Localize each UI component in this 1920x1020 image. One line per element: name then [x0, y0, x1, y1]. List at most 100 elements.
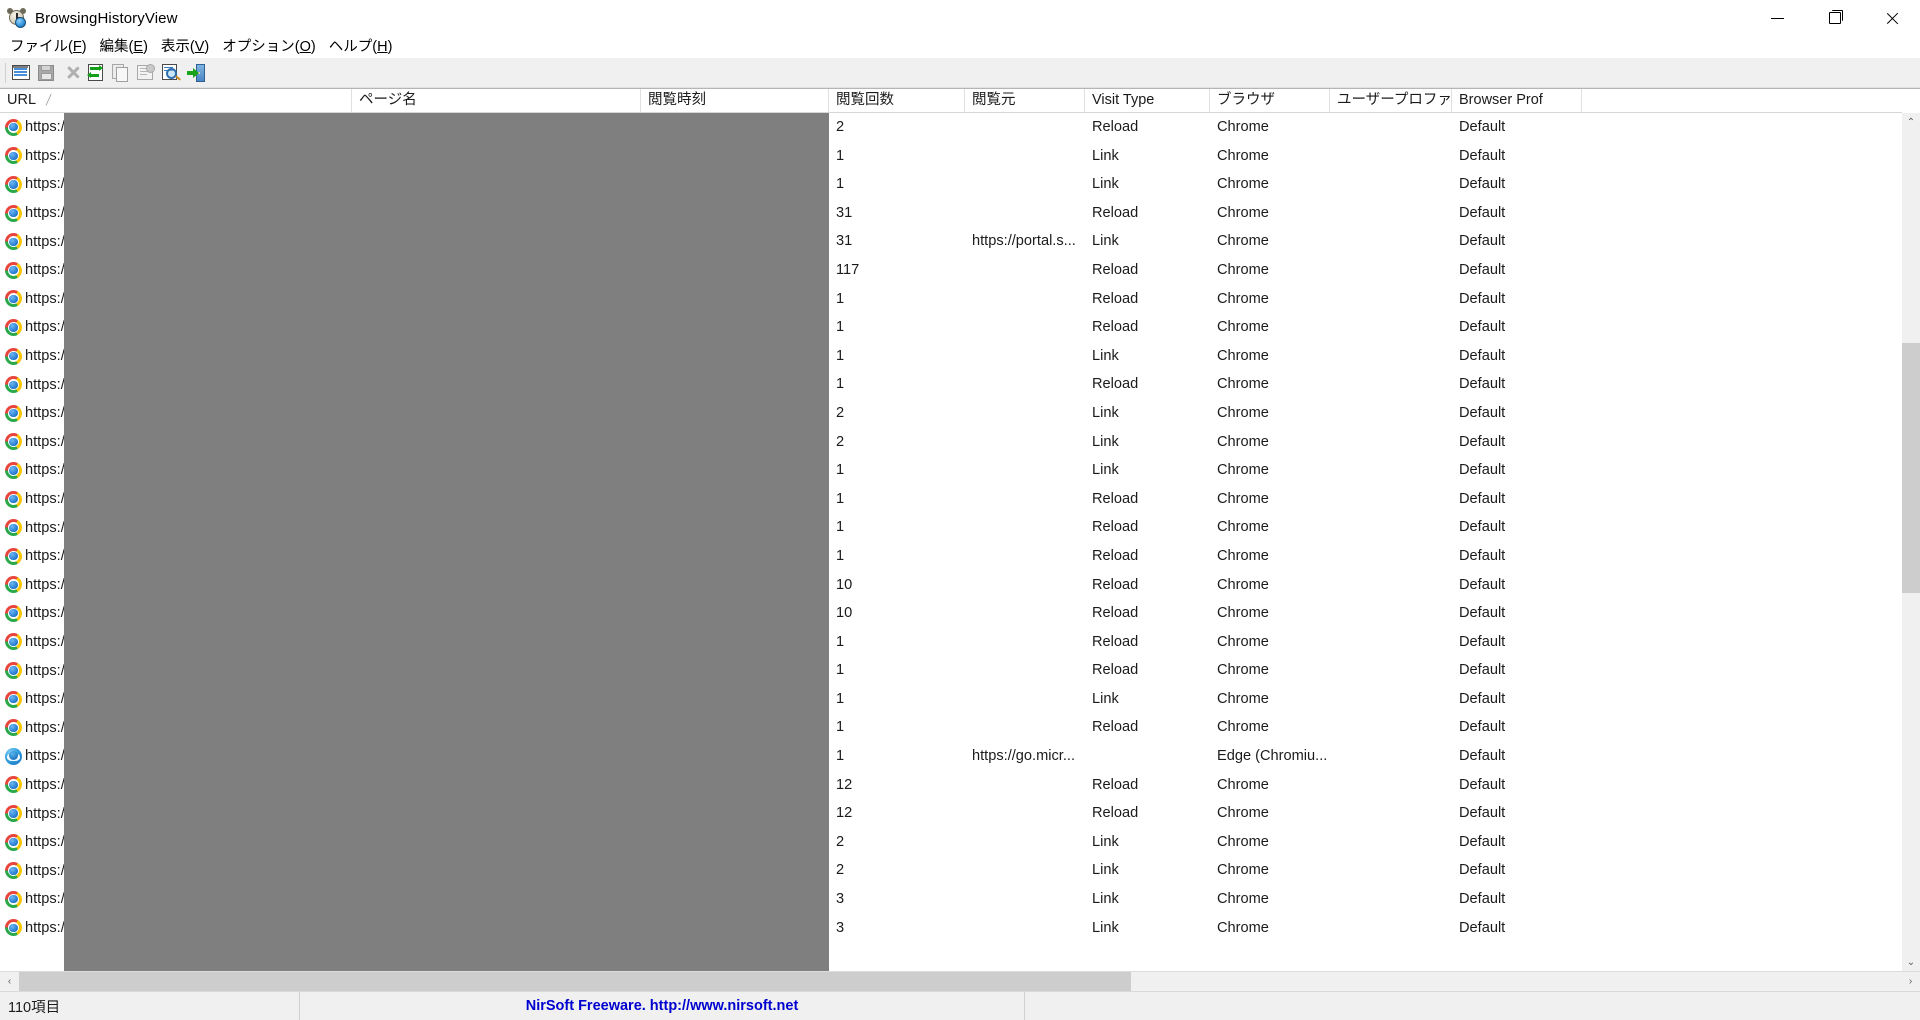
column-header-visit_type[interactable]: Visit Type — [1085, 89, 1210, 112]
cell-browser: Chrome — [1217, 891, 1269, 908]
cell-url-text: https:/ — [25, 862, 65, 879]
cell-visit_count: 2 — [836, 404, 845, 421]
cell-visit_count: 1 — [836, 347, 845, 364]
save-button[interactable] — [34, 60, 59, 85]
cell-visit_type: Reload — [1092, 776, 1139, 793]
html-report-button[interactable] — [134, 60, 159, 85]
cell-visit_type: Reload — [1092, 547, 1139, 564]
minimize-button[interactable] — [1749, 0, 1806, 36]
properties-button[interactable] — [9, 60, 34, 85]
copy-icon — [112, 63, 131, 82]
cell-user_profile — [1330, 685, 1452, 714]
cell-visit_type: Link — [1092, 404, 1119, 421]
chrome-favicon-icon — [5, 118, 22, 136]
cell-visit_count: 3 — [836, 919, 845, 936]
delete-button[interactable] — [59, 60, 84, 85]
cell-url-text: https:/ — [25, 805, 65, 822]
cell-visit_type: Reload — [1092, 805, 1139, 822]
cell-user_profile — [1330, 342, 1452, 371]
cell-browser_profile: Default — [1459, 719, 1506, 736]
cell-visit_count: 1 — [836, 662, 845, 679]
find-button[interactable] — [159, 60, 184, 85]
horizontal-scrollbar[interactable]: ‹ › — [0, 971, 1920, 991]
menu-options-accel: O — [299, 38, 311, 55]
copy-button[interactable] — [109, 60, 134, 85]
cell-browser_profile: Default — [1459, 490, 1506, 507]
menu-file-accel: F — [72, 38, 82, 55]
status-credit[interactable]: NirSoft Freeware. http://www.nirsoft.net — [300, 992, 1025, 1020]
column-header-visit_count[interactable]: 閲覧回数 — [829, 89, 965, 112]
cell-url-text: https:/ — [25, 376, 65, 393]
chrome-favicon-icon — [5, 347, 22, 365]
chrome-favicon-icon — [5, 862, 22, 880]
cell-referrer — [965, 285, 1085, 314]
cell-url-text: https:/ — [25, 576, 65, 593]
vertical-scrollbar[interactable]: ⌃ ⌄ — [1902, 113, 1920, 971]
exit-button[interactable] — [184, 60, 209, 85]
cell-browser_profile: Default — [1459, 319, 1506, 336]
column-header-visit_time[interactable]: 閲覧時刻 — [641, 89, 829, 112]
cell-visit_type: Link — [1092, 862, 1119, 879]
menu-help[interactable]: ヘルプ(H) — [323, 37, 400, 58]
scroll-left-button[interactable]: ‹ — [0, 972, 19, 991]
chrome-favicon-icon — [5, 662, 22, 680]
cell-referrer — [965, 771, 1085, 800]
refresh-button[interactable] — [84, 60, 109, 85]
status-bar: 110項目 NirSoft Freeware. http://www.nirso… — [0, 991, 1920, 1020]
menu-view[interactable]: 表示(V) — [155, 37, 216, 58]
column-header-referrer[interactable]: 閲覧元 — [965, 89, 1085, 112]
cell-visit_count: 2 — [836, 862, 845, 879]
cell-referrer — [965, 170, 1085, 199]
horizontal-scroll-thumb[interactable] — [19, 972, 1131, 991]
cell-browser_profile: Default — [1459, 891, 1506, 908]
cell-visit_type: Reload — [1092, 662, 1139, 679]
cell-browser: Chrome — [1217, 690, 1269, 707]
cell-url-text: https:/ — [25, 176, 65, 193]
column-header-user_profile[interactable]: ユーザープロファイル — [1330, 89, 1452, 112]
chrome-favicon-icon — [5, 633, 22, 651]
cell-user_profile — [1330, 285, 1452, 314]
cell-url-text: https:/ — [25, 748, 65, 765]
cell-url-text: https:/ — [25, 262, 65, 279]
menu-file[interactable]: ファイル(F) — [4, 37, 94, 58]
scroll-down-button[interactable]: ⌄ — [1902, 953, 1920, 971]
cell-visit_count: 10 — [836, 576, 853, 593]
cell-visit_type: Link — [1092, 690, 1119, 707]
cell-referrer: https://portal.s... — [972, 233, 1076, 250]
chrome-favicon-icon — [5, 204, 22, 222]
close-button[interactable] — [1863, 0, 1920, 36]
cell-visit_type: Link — [1092, 433, 1119, 450]
cell-url-text: https:/ — [25, 348, 65, 365]
cell-visit_type: Reload — [1092, 633, 1139, 650]
cell-user_profile — [1330, 399, 1452, 428]
scroll-up-button[interactable]: ⌃ — [1902, 113, 1920, 131]
chrome-favicon-icon — [5, 690, 22, 708]
scroll-right-button[interactable]: › — [1901, 972, 1920, 991]
column-header-browser[interactable]: ブラウザ — [1210, 89, 1330, 112]
cell-referrer — [965, 713, 1085, 742]
cell-visit_count: 31 — [836, 233, 853, 250]
cell-referrer — [965, 513, 1085, 542]
cell-user_profile — [1330, 771, 1452, 800]
column-header-label: Visit Type — [1092, 92, 1155, 108]
column-header-title[interactable]: ページ名 — [352, 89, 641, 112]
history-list-view: URL ⁄ ページ名 閲覧時刻 閲覧回数 閲覧元 Visit Type ブラウザ ユーザープロフ… — [0, 88, 1920, 971]
column-header-browser_profile[interactable]: Browser Prof — [1452, 89, 1582, 112]
toolbar — [0, 58, 1920, 88]
html-report-icon — [137, 63, 156, 82]
cell-browser: Chrome — [1217, 376, 1269, 393]
cell-browser_profile: Default — [1459, 462, 1506, 479]
menu-options[interactable]: オプション(O) — [216, 37, 322, 58]
cell-referrer — [965, 656, 1085, 685]
maximize-button[interactable] — [1806, 0, 1863, 36]
toolbar-separator — [5, 62, 6, 83]
column-header-label: 閲覧回数 — [836, 92, 894, 108]
vertical-scroll-thumb[interactable] — [1902, 343, 1920, 593]
list-header: URL ⁄ ページ名 閲覧時刻 閲覧回数 閲覧元 Visit Type ブラウザ ユーザープロフ… — [0, 89, 1902, 113]
column-header-url[interactable]: URL ⁄ — [0, 89, 352, 112]
horizontal-scroll-track[interactable] — [19, 972, 1901, 991]
cell-visit_type: Link — [1092, 919, 1119, 936]
chrome-favicon-icon — [5, 175, 22, 193]
menu-edit[interactable]: 編集(E) — [94, 37, 155, 58]
cell-referrer — [965, 685, 1085, 714]
